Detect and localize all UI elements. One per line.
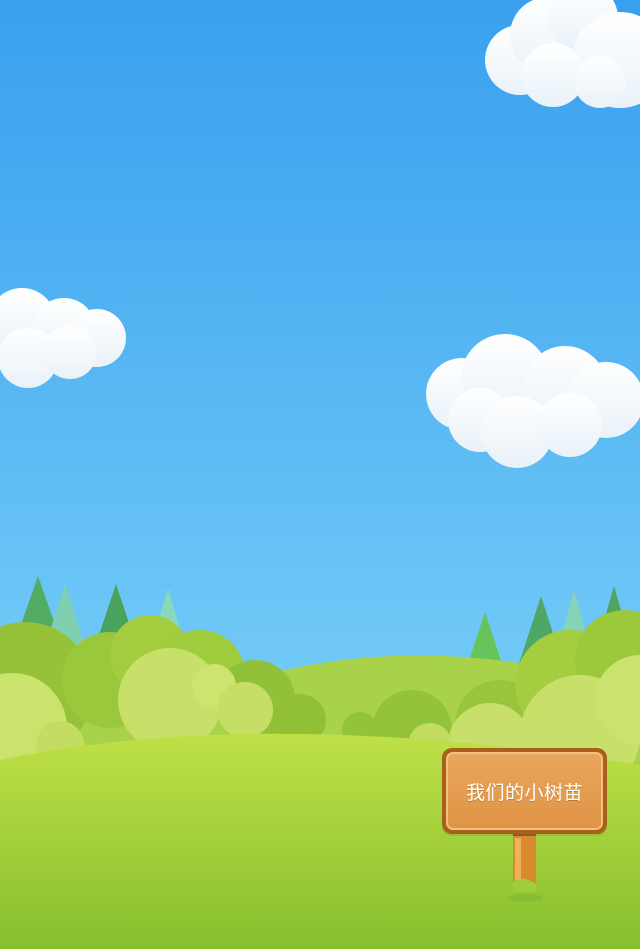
game-scene: 我们的小树苗 xyxy=(0,0,640,949)
signboard-label: 我们的小树苗 xyxy=(465,781,583,804)
signboard-face: 我们的小树苗 xyxy=(446,752,603,830)
signboard[interactable]: 我们的小树苗 xyxy=(442,748,607,834)
sign-post xyxy=(507,826,543,902)
